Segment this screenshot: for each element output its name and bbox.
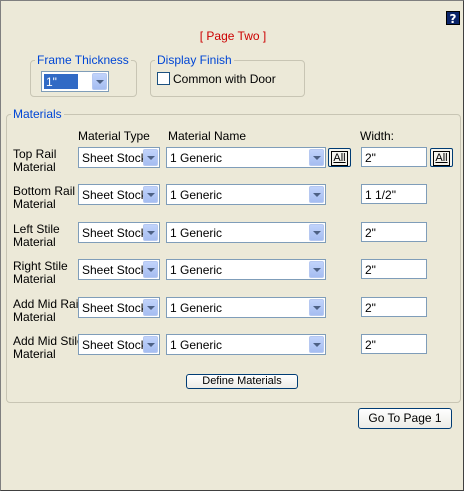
input-value: 2" (365, 226, 376, 240)
width-header: Width: (360, 129, 395, 143)
input-value: 2" (365, 151, 376, 165)
right-stile-name-select[interactable]: 1 Generic (166, 259, 326, 280)
input-value: 1 1/2" (365, 188, 396, 202)
page-title: [ Page Two ] (199, 29, 267, 43)
chevron-down-icon[interactable] (309, 149, 324, 166)
row-label-line: Material (13, 347, 56, 361)
row-label-mid-rail: Add Mid Rail Material (13, 298, 81, 324)
right-stile-width-input[interactable]: 2" (361, 259, 427, 279)
common-with-door-checkbox[interactable] (157, 72, 170, 85)
all-label: All (433, 151, 450, 166)
row-label-right-stile: Right Stile Material (13, 260, 68, 286)
select-value: Sheet Stock (82, 151, 147, 165)
row-label-bottom-rail: Bottom Rail Material (13, 185, 75, 211)
select-value: Sheet Stock (82, 301, 147, 315)
chevron-down-icon[interactable] (92, 73, 107, 90)
select-value: Sheet Stock (82, 188, 147, 202)
go-to-page-1-button[interactable]: Go To Page 1 (358, 408, 452, 429)
left-stile-name-select[interactable]: 1 Generic (166, 222, 326, 243)
row-label-left-stile: Left Stile Material (13, 223, 60, 249)
select-value: Sheet Stock (82, 226, 147, 240)
left-stile-type-select[interactable]: Sheet Stock (78, 222, 160, 243)
frame-thickness-legend: Frame Thickness (37, 53, 129, 67)
input-value: 2" (365, 338, 376, 352)
row-label-line: Material (13, 310, 56, 324)
display-finish-legend: Display Finish (157, 53, 232, 67)
right-stile-type-select[interactable]: Sheet Stock (78, 259, 160, 280)
row-label-line: Material (13, 160, 56, 174)
chevron-down-icon[interactable] (143, 336, 158, 353)
apply-all-name-button[interactable]: All (328, 148, 351, 167)
row-label-line: Material (13, 272, 56, 286)
material-type-header: Material Type (78, 129, 150, 143)
dialog-window: ? [ Page Two ] Frame Thickness 1" Displa… (0, 0, 464, 491)
select-value: 1 Generic (170, 188, 223, 202)
mid-stile-type-select[interactable]: Sheet Stock (78, 334, 160, 355)
mid-stile-width-input[interactable]: 2" (361, 334, 427, 354)
frame-thickness-value: 1" (44, 74, 78, 89)
top-rail-name-select[interactable]: 1 Generic (166, 147, 326, 168)
frame-thickness-select[interactable]: 1" (41, 71, 109, 92)
select-value: 1 Generic (170, 151, 223, 165)
mid-rail-name-select[interactable]: 1 Generic (166, 297, 326, 318)
mid-rail-width-input[interactable]: 2" (361, 297, 427, 317)
input-value: 2" (365, 301, 376, 315)
row-label-mid-stile: Add Mid Stile Material (13, 335, 84, 361)
chevron-down-icon[interactable] (309, 186, 324, 203)
common-with-door-label[interactable]: Common with Door (173, 72, 276, 86)
apply-all-width-button[interactable]: All (430, 148, 453, 167)
select-value: 1 Generic (170, 338, 223, 352)
all-label: All (331, 151, 348, 166)
chevron-down-icon[interactable] (143, 299, 158, 316)
chevron-down-icon[interactable] (143, 149, 158, 166)
help-button[interactable]: ? (446, 11, 460, 26)
chevron-down-icon[interactable] (309, 336, 324, 353)
bottom-rail-width-input[interactable]: 1 1/2" (361, 184, 427, 204)
row-label-line: Material (13, 235, 56, 249)
chevron-down-icon[interactable] (309, 261, 324, 278)
row-label-line: Material (13, 197, 56, 211)
select-value: Sheet Stock (82, 338, 147, 352)
mid-stile-name-select[interactable]: 1 Generic (166, 334, 326, 355)
input-value: 2" (365, 263, 376, 277)
select-value: Sheet Stock (82, 263, 147, 277)
materials-legend: Materials (13, 107, 62, 121)
chevron-down-icon[interactable] (143, 224, 158, 241)
select-value: 1 Generic (170, 301, 223, 315)
top-rail-type-select[interactable]: Sheet Stock (78, 147, 160, 168)
chevron-down-icon[interactable] (143, 261, 158, 278)
bottom-rail-type-select[interactable]: Sheet Stock (78, 184, 160, 205)
select-value: 1 Generic (170, 263, 223, 277)
chevron-down-icon[interactable] (309, 299, 324, 316)
select-value: 1 Generic (170, 226, 223, 240)
top-rail-width-input[interactable]: 2" (361, 147, 427, 167)
define-materials-button[interactable]: Define Materials (186, 374, 298, 389)
left-stile-width-input[interactable]: 2" (361, 222, 427, 242)
row-label-top-rail: Top Rail Material (13, 148, 56, 174)
material-name-header: Material Name (168, 129, 247, 143)
mid-rail-type-select[interactable]: Sheet Stock (78, 297, 160, 318)
chevron-down-icon[interactable] (309, 224, 324, 241)
chevron-down-icon[interactable] (143, 186, 158, 203)
bottom-rail-name-select[interactable]: 1 Generic (166, 184, 326, 205)
